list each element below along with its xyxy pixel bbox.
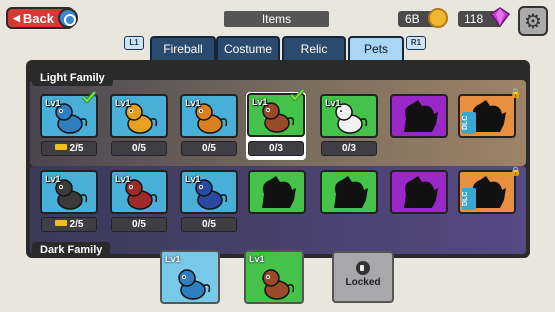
locked-pet-slot[interactable]: Locked <box>332 251 394 303</box>
pet-shard-count: 0/5 <box>181 217 237 232</box>
pet-level: Lv1 <box>325 98 341 108</box>
tab-costume[interactable]: Costume <box>216 36 280 60</box>
pet-level: Lv1 <box>45 98 61 108</box>
pet-card[interactable]: Lv1 2/5 <box>40 170 98 234</box>
pet-card[interactable]: Lv1 0/3 <box>246 89 306 160</box>
pet-shard-count: 0/5 <box>181 141 237 156</box>
pet-creature-portrait <box>165 262 218 302</box>
back-arrow-icon: ◀ <box>13 12 20 23</box>
pet-card[interactable]: Lv1 0/5 <box>110 94 168 158</box>
pet-shard-count-text: 2/5 <box>69 219 84 230</box>
back-button[interactable]: ◀ Back <box>6 7 78 29</box>
pet-creature-icon <box>262 269 295 300</box>
pet-card[interactable]: Lv1 2/5 <box>40 91 98 158</box>
lock-icon <box>356 261 370 275</box>
locked-pet-silhouette <box>334 176 368 208</box>
dlc-badge: DLC <box>462 112 476 134</box>
pet-creature-icon <box>178 269 211 300</box>
checkmark-icon <box>82 91 96 103</box>
back-ring-icon <box>58 8 78 28</box>
pet-shard-count-text: 0/5 <box>202 143 216 154</box>
pet-shard-count: 2/5 <box>41 217 97 232</box>
locked-pet-card[interactable] <box>390 170 448 214</box>
dark-family-label: Dark Family <box>32 242 111 258</box>
light-family-label: Light Family <box>32 70 113 86</box>
pet-card[interactable]: Lv1 0/5 <box>180 170 238 234</box>
top-bar: ◀ Back Items 6B 118 ⚙ <box>0 0 555 36</box>
checkmark-icon <box>290 89 304 101</box>
pet-portrait: Lv1 <box>110 170 168 214</box>
settings-button[interactable]: ⚙ <box>518 6 548 36</box>
pet-card[interactable]: Lv1 0/5 <box>110 170 168 234</box>
pet-level: Lv1 <box>185 98 201 108</box>
tab-pets[interactable]: Pets <box>348 36 404 60</box>
coin-icon <box>428 8 448 28</box>
pet-shard-count-text: 0/5 <box>132 143 146 154</box>
pet-portrait: Lv1 <box>320 94 378 138</box>
l1-key-icon: L1 <box>124 36 144 50</box>
pet-shard-count-text: 0/3 <box>342 143 356 154</box>
pet-level: Lv1 <box>115 98 131 108</box>
pet-shard-count-text: 0/3 <box>269 143 283 154</box>
locked-label: Locked <box>345 277 381 288</box>
locked-pet-card[interactable] <box>248 170 306 214</box>
locked-pet-silhouette <box>404 100 438 132</box>
pet-shard-count: 2/5 <box>41 141 97 156</box>
pet-card[interactable]: Lv1 0/3 <box>320 94 378 158</box>
pet-portrait: Lv1 <box>180 170 238 214</box>
locked-pet-card[interactable] <box>390 94 448 138</box>
pet-shard-count-text: 0/5 <box>202 219 216 230</box>
pet-level: Lv1 <box>165 254 181 264</box>
pet-shard-count: 0/5 <box>111 217 167 232</box>
pet-portrait: Lv1 <box>40 170 98 214</box>
pet-shard-count-text: 2/5 <box>69 143 84 154</box>
gear-icon: ⚙ <box>524 10 542 33</box>
pet-creature-portrait <box>249 262 302 302</box>
pet-card[interactable]: Lv1 0/5 <box>180 94 238 158</box>
locked-pet-card[interactable]: DLC <box>458 94 516 138</box>
category-tabs: L1 Fireball Costume Relic Pets R1 <box>124 36 426 60</box>
pet-shard-count: 0/3 <box>248 141 304 156</box>
pet-shard-count: 0/3 <box>321 141 377 156</box>
lock-icon: 🔒 <box>510 88 522 98</box>
pet-portrait: Lv1 <box>180 94 238 138</box>
equipped-pet-slot[interactable]: Lv1 <box>160 250 220 304</box>
shard-icon <box>54 220 67 226</box>
pet-portrait: Lv1 <box>110 94 168 138</box>
pet-level: Lv1 <box>185 174 201 184</box>
page-title: Items <box>224 11 329 27</box>
locked-pet-card[interactable]: DLC <box>458 170 516 214</box>
shard-icon <box>54 144 67 150</box>
pet-level: Lv1 <box>252 97 268 107</box>
back-label: Back <box>22 10 54 26</box>
pet-shard-count: 0/5 <box>111 141 167 156</box>
locked-pet-card[interactable] <box>320 170 378 214</box>
pet-level: Lv1 <box>45 174 61 184</box>
equipped-pet-slot[interactable]: Lv1 <box>244 250 304 304</box>
tab-fireball[interactable]: Fireball <box>150 36 216 60</box>
gem-icon <box>489 7 511 28</box>
r1-key-icon: R1 <box>406 36 426 50</box>
pet-level: Lv1 <box>115 174 131 184</box>
pet-level: Lv1 <box>249 254 265 264</box>
dlc-badge: DLC <box>462 188 476 210</box>
lock-icon: 🔒 <box>510 166 522 176</box>
locked-pet-silhouette <box>404 176 438 208</box>
locked-pet-silhouette <box>262 176 296 208</box>
pet-shard-count-text: 0/5 <box>132 219 146 230</box>
tab-relic[interactable]: Relic <box>282 36 346 60</box>
